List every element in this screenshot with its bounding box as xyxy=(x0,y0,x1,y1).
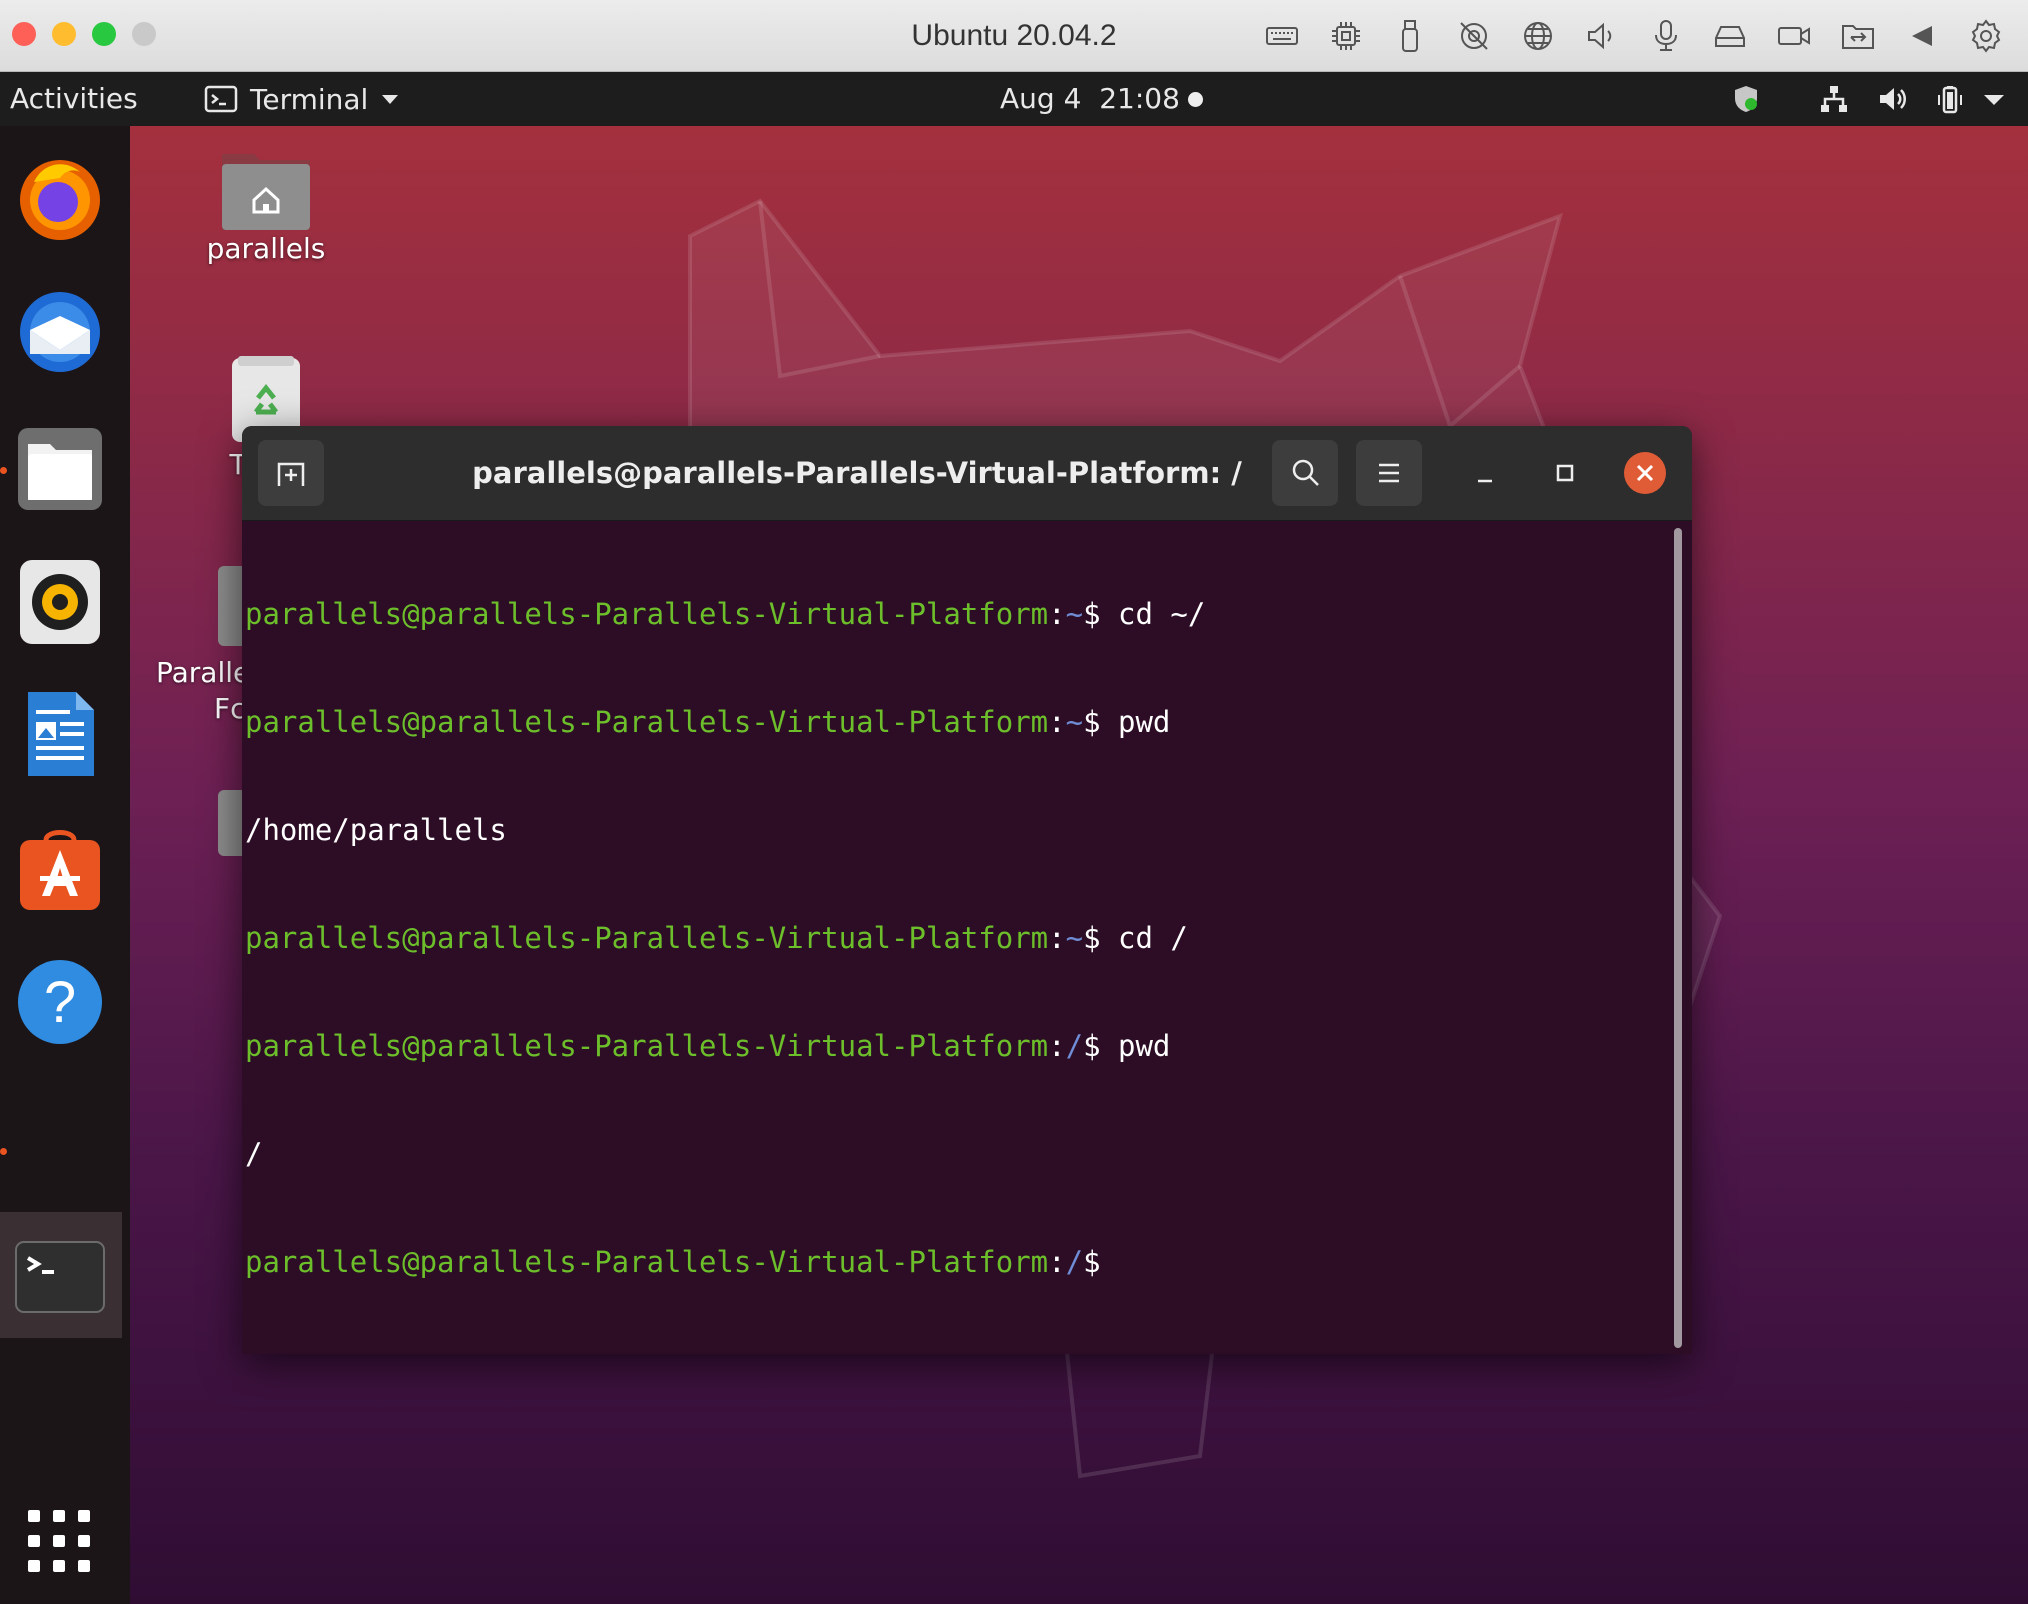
prompt-path: / xyxy=(1065,1029,1084,1063)
close-icon xyxy=(1636,464,1654,482)
new-tab-icon xyxy=(277,462,305,486)
keyboard-icon[interactable] xyxy=(1250,14,1314,58)
terminal-line: parallels@parallels-Parallels-Virtual-Pl… xyxy=(245,1029,1171,1063)
home-folder-label[interactable]: parallels xyxy=(190,232,342,265)
system-menu-arrow-icon[interactable] xyxy=(1972,72,2016,126)
terminal-header-bar[interactable]: parallels@parallels-Parallels-Virtual-Pl… xyxy=(242,426,1692,521)
microphone-icon[interactable] xyxy=(1634,14,1698,58)
minimize-icon xyxy=(1478,479,1492,483)
running-indicator xyxy=(0,1148,7,1155)
ubuntu-dock: ? xyxy=(0,126,130,1604)
command-text: pwd xyxy=(1100,705,1171,739)
clock-time: 21:08 xyxy=(1099,82,1180,115)
svg-text:?: ? xyxy=(44,970,76,1035)
prompt-user-host: parallels@parallels-Parallels-Virtual-Pl… xyxy=(245,1029,1049,1063)
prompt-path: ~ xyxy=(1065,705,1084,739)
libreoffice-writer-icon[interactable] xyxy=(12,686,108,782)
rhythmbox-icon[interactable] xyxy=(12,554,108,650)
shared-folder-icon[interactable] xyxy=(1826,14,1890,58)
volume-icon[interactable] xyxy=(1870,72,1914,126)
home-folder-icon[interactable] xyxy=(218,144,314,234)
hamburger-menu-button[interactable] xyxy=(1356,440,1422,506)
clock-date: Aug 4 xyxy=(1000,82,1082,115)
new-tab-button[interactable] xyxy=(258,440,324,506)
close-button[interactable] xyxy=(1624,452,1666,494)
terminal-output-line: /home/parallels xyxy=(245,813,507,847)
notification-dot-icon xyxy=(1188,92,1203,107)
back-triangle-icon[interactable] xyxy=(1890,14,1954,58)
camera-off-icon[interactable] xyxy=(1442,14,1506,58)
network-icon[interactable] xyxy=(1812,72,1856,126)
show-applications-icon[interactable] xyxy=(26,1508,92,1574)
terminal-output-line: / xyxy=(245,1137,263,1171)
terminal-title: parallels@parallels-Parallels-Virtual-Pl… xyxy=(472,456,1242,490)
firefox-icon[interactable] xyxy=(12,150,108,246)
help-icon[interactable]: ? xyxy=(12,954,108,1050)
chevron-down-icon xyxy=(382,95,399,104)
terminal-app-icon xyxy=(204,85,238,113)
host-toolbar xyxy=(1250,14,2018,58)
terminal-line: parallels@parallels-Parallels-Virtual-Pl… xyxy=(245,921,1188,955)
command-text: cd ~/ xyxy=(1100,597,1206,631)
minimize-button[interactable] xyxy=(1464,452,1506,494)
prompt-path: / xyxy=(1065,1245,1084,1279)
cpu-icon[interactable] xyxy=(1314,14,1378,58)
parallels-shared-folder-label-line2[interactable]: Fc xyxy=(214,692,246,725)
app-menu-label: Terminal xyxy=(250,82,369,116)
prompt-path: ~ xyxy=(1065,921,1084,955)
terminal-line: parallels@parallels-Parallels-Virtual-Pl… xyxy=(245,597,1206,631)
prompt-user-host: parallels@parallels-Parallels-Virtual-Pl… xyxy=(245,1245,1049,1279)
settings-gear-icon[interactable] xyxy=(1954,14,2018,58)
prompt-user-host: parallels@parallels-Parallels-Virtual-Pl… xyxy=(245,597,1049,631)
running-indicator xyxy=(0,467,7,474)
prompt-path: ~ xyxy=(1065,597,1084,631)
prompt-user-host: parallels@parallels-Parallels-Virtual-Pl… xyxy=(245,705,1049,739)
prompt-user-host: parallels@parallels-Parallels-Virtual-Pl… xyxy=(245,921,1049,955)
activities-button[interactable]: Activities xyxy=(10,72,138,126)
video-icon[interactable] xyxy=(1762,14,1826,58)
maximize-button[interactable] xyxy=(1544,452,1586,494)
parallels-shared-folder-label-line1[interactable]: Paralle xyxy=(156,656,250,689)
terminal-icon[interactable] xyxy=(12,1228,108,1324)
clock[interactable]: Aug 4 21:08 xyxy=(1000,72,1180,126)
command-text: cd / xyxy=(1100,921,1188,955)
search-button[interactable] xyxy=(1272,440,1338,506)
ubuntu-software-icon[interactable] xyxy=(12,820,108,916)
files-icon[interactable] xyxy=(12,420,108,516)
thunderbird-icon[interactable] xyxy=(12,284,108,380)
terminal-window[interactable]: parallels@parallels-Parallels-Virtual-Pl… xyxy=(242,426,1692,1354)
speaker-icon[interactable] xyxy=(1570,14,1634,58)
host-window-titlebar: Ubuntu 20.04.2 xyxy=(0,0,2028,72)
terminal-line: parallels@parallels-Parallels-Virtual-Pl… xyxy=(245,1245,1101,1279)
battery-icon[interactable] xyxy=(1928,72,1972,126)
shield-update-icon[interactable] xyxy=(1724,72,1768,126)
drive-icon[interactable] xyxy=(1698,14,1762,58)
usb-icon[interactable] xyxy=(1378,14,1442,58)
ubuntu-top-panel: Activities Terminal Aug 4 21:08 xyxy=(0,72,2028,126)
app-menu[interactable]: Terminal xyxy=(204,72,400,126)
terminal-output[interactable]: parallels@parallels-Parallels-Virtual-Pl… xyxy=(242,520,1672,1354)
hamburger-menu-icon xyxy=(1379,463,1399,483)
maximize-icon xyxy=(1556,464,1574,482)
search-icon xyxy=(1292,459,1319,486)
terminal-line: parallels@parallels-Parallels-Virtual-Pl… xyxy=(245,705,1171,739)
command-text: pwd xyxy=(1100,1029,1171,1063)
terminal-scrollbar[interactable] xyxy=(1674,528,1682,1348)
globe-icon[interactable] xyxy=(1506,14,1570,58)
